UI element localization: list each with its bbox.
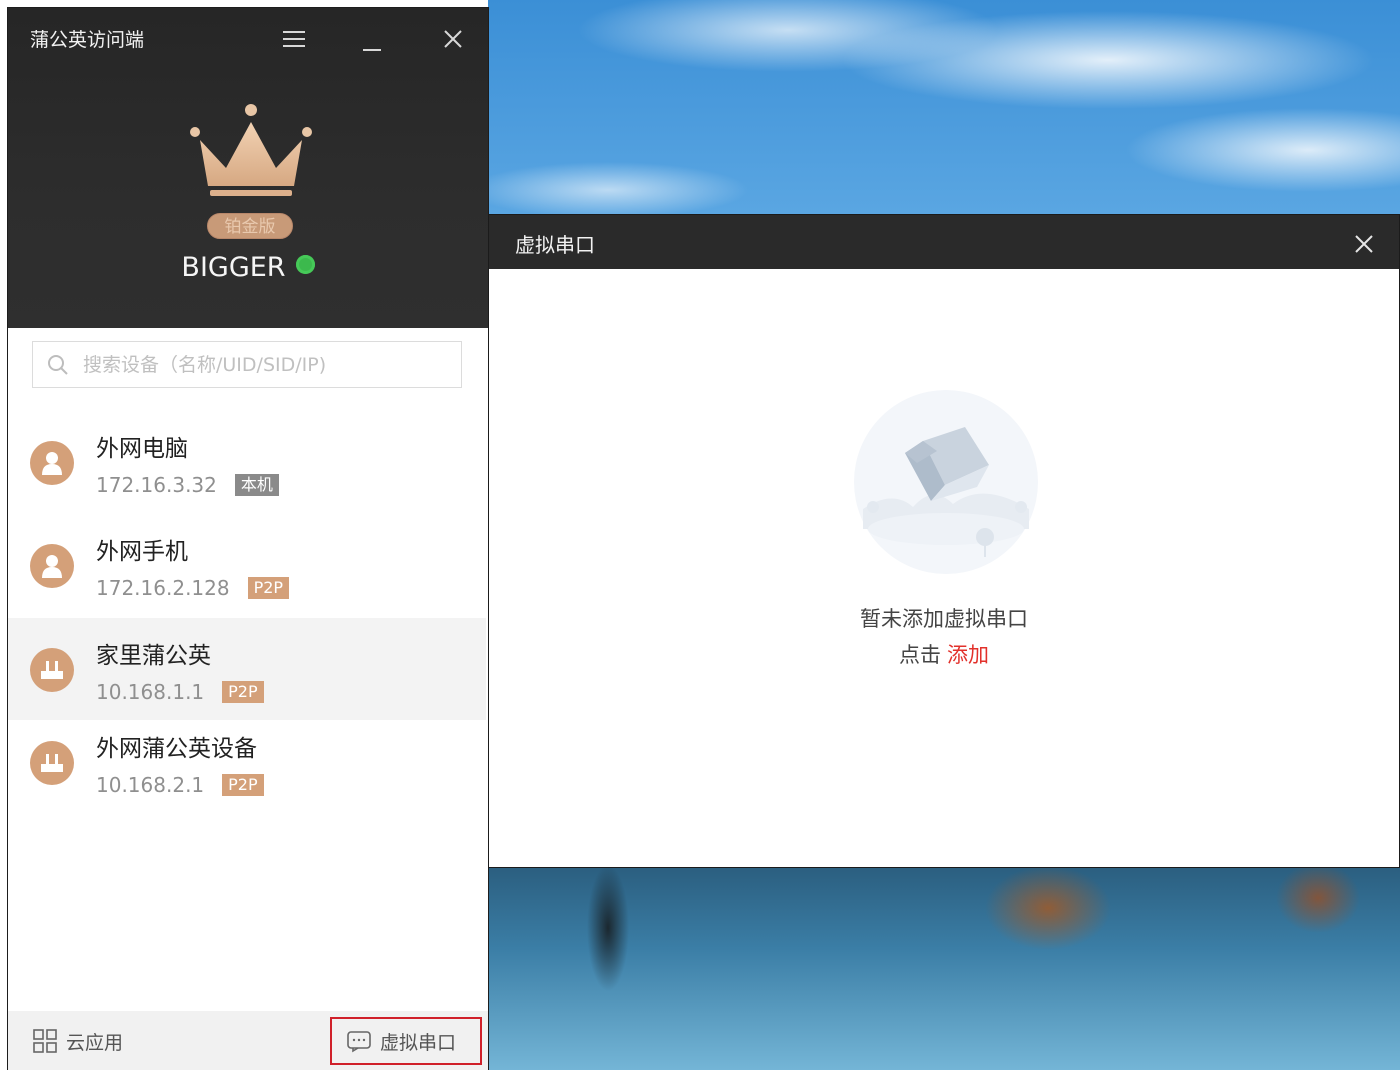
dialog-close-button[interactable]: [1349, 229, 1379, 259]
close-button[interactable]: [436, 22, 470, 56]
cloud-apps-button[interactable]: 云应用: [32, 1017, 123, 1065]
cloud-apps-label: 云应用: [66, 1031, 124, 1054]
virtual-serial-button[interactable]: 虚拟串口: [330, 1017, 482, 1065]
virtual-serial-label: 虚拟串口: [380, 1031, 457, 1054]
app-footer: 云应用 虚拟串口: [8, 1011, 488, 1070]
device-name: 外网蒲公英设备: [96, 736, 257, 762]
serial-port-icon: [347, 1031, 371, 1053]
minimize-button[interactable]: [356, 22, 390, 56]
device-ip-row: 172.16.2.128 P2P: [96, 576, 290, 600]
minimize-icon: [363, 49, 381, 51]
device-ip-row: 172.16.3.32 本机: [96, 473, 279, 497]
empty-state-action: 点击 添加: [489, 639, 1399, 669]
user-icon: [30, 441, 74, 485]
device-ip-row: 10.168.1.1 P2P: [96, 680, 264, 704]
menu-icon-line: [283, 45, 305, 47]
connection-tag: 本机: [234, 474, 279, 496]
empty-state-text: 暂未添加虚拟串口: [860, 607, 1028, 631]
user-row: BIGGER: [8, 252, 488, 283]
router-icon: [30, 741, 74, 785]
device-item[interactable]: 家里蒲公英 10.168.1.1 P2P: [8, 618, 486, 720]
app-header: 蒲公英访问端 铂金版 BIGGER: [8, 8, 488, 328]
empty-box-illustration: [853, 389, 1039, 575]
device-item[interactable]: 外网蒲公英设备 10.168.2.1 P2P: [8, 711, 486, 813]
wallpaper-reflection: [488, 868, 1400, 1070]
close-icon: [1355, 235, 1373, 253]
device-item[interactable]: 外网手机 172.16.2.128 P2P: [8, 514, 486, 616]
grid-icon: [33, 1029, 57, 1053]
search-box[interactable]: [32, 341, 462, 388]
menu-button[interactable]: [278, 22, 312, 56]
device-name: 外网电脑: [96, 436, 188, 462]
device-ip: 172.16.3.32: [96, 473, 217, 497]
app-title: 蒲公英访问端: [30, 29, 145, 51]
username: BIGGER: [181, 252, 286, 283]
device-name: 外网手机: [96, 539, 188, 565]
dialog-title: 虚拟串口: [515, 233, 595, 257]
device-ip-row: 10.168.2.1 P2P: [96, 773, 264, 797]
device-ip: 172.16.2.128: [96, 576, 230, 600]
menu-icon-line: [283, 31, 305, 33]
device-name: 家里蒲公英: [96, 643, 211, 669]
search-input[interactable]: [83, 353, 443, 376]
app-window: 蒲公英访问端 铂金版 BIGGER 搜索设备（名称/UID/SID/IP) 外网…: [8, 8, 488, 1070]
action-prefix: 点击: [899, 643, 941, 667]
connection-tag: P2P: [247, 577, 290, 599]
device-ip: 10.168.1.1: [96, 680, 205, 704]
device-ip: 10.168.2.1: [96, 773, 205, 797]
dialog-header: 虚拟串口: [489, 215, 1399, 269]
online-status-icon: [295, 255, 315, 274]
connection-tag: P2P: [222, 774, 264, 796]
close-icon: [444, 30, 462, 48]
router-icon: [30, 648, 74, 692]
user-icon: [30, 544, 74, 588]
add-link[interactable]: 添加: [947, 643, 989, 667]
menu-icon-line: [283, 38, 305, 40]
search-icon: [48, 354, 68, 375]
crown-icon: [178, 100, 318, 220]
device-item[interactable]: 外网电脑 172.16.3.32 本机: [8, 411, 486, 513]
virtual-serial-dialog: 虚拟串口 暂未添加虚拟串口 点击 添加: [488, 214, 1400, 868]
edition-badge: 铂金版: [207, 213, 293, 239]
connection-tag: P2P: [222, 681, 264, 703]
